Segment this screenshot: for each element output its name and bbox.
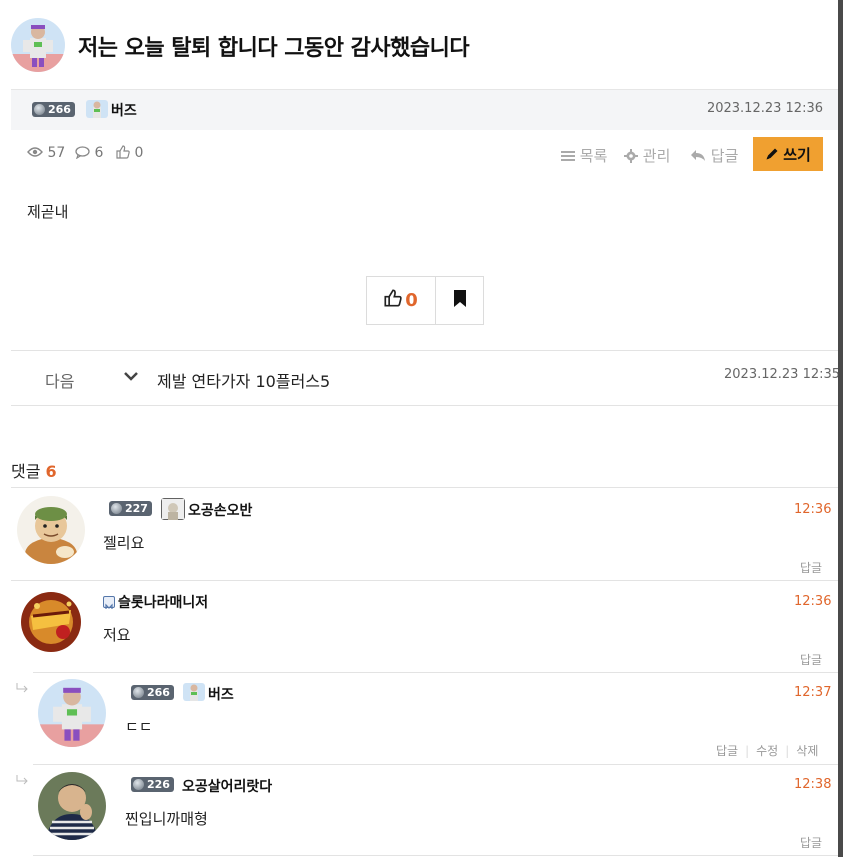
list-button[interactable]: 목록: [561, 145, 607, 166]
comment-reply-button[interactable]: 답글: [800, 559, 822, 576]
thumbs-up-icon: [384, 289, 402, 312]
comment-nickname[interactable]: 오공살어리랏다: [182, 776, 272, 796]
level-gem-icon: [133, 779, 144, 790]
manager-badge-icon: [103, 596, 115, 609]
thumbs-up-icon: [116, 145, 130, 161]
comment-nickname[interactable]: 슬롯나라매니저: [118, 592, 208, 612]
bookmark-icon: [453, 290, 467, 311]
post-date: 2023.12.23 12:36: [706, 101, 823, 116]
level-badge: 227: [109, 501, 152, 516]
write-button[interactable]: 쓰기: [753, 137, 823, 171]
divider: [11, 350, 838, 351]
comment-edit-button[interactable]: 수정: [756, 744, 778, 758]
post-page: 저는 오늘 탈퇴 합니다 그동안 감사했습니다 266 버즈 2023.12.2…: [0, 0, 841, 857]
comment-time: 12:38: [794, 777, 832, 792]
post-title: 저는 오늘 탈퇴 합니다 그동안 감사했습니다: [78, 36, 470, 61]
comment-avatar[interactable]: [38, 772, 106, 840]
level-gem-icon: [111, 503, 122, 514]
comment-text: ㄷㄷ: [125, 718, 153, 736]
next-post-date: 2023.12.23 12:35: [724, 367, 841, 382]
comment-text: 저요: [103, 626, 131, 644]
chevron-down-icon: [123, 368, 139, 388]
divider: [33, 672, 838, 673]
commenter-mini-avatar: [183, 683, 205, 701]
next-post-link[interactable]: 제발 연타가자 10플러스5: [157, 368, 330, 392]
level-badge: 226: [131, 777, 174, 792]
author-avatar[interactable]: [11, 18, 65, 72]
next-post-label: 다음: [45, 372, 75, 391]
divider: [11, 580, 838, 581]
like-button[interactable]: 0: [367, 277, 436, 324]
author-mini-avatar: [86, 100, 108, 118]
comment-text: 젤리요: [103, 534, 145, 552]
level-badge: 266: [131, 685, 174, 700]
reply-indent-icon: [16, 774, 28, 788]
likes-stat: 0: [116, 145, 143, 161]
comment-reply-button[interactable]: 답글: [800, 651, 822, 668]
comment-time: 12:36: [794, 594, 832, 609]
comment-time: 12:37: [794, 685, 832, 700]
scrollbar[interactable]: [838, 0, 843, 857]
gear-icon: [624, 147, 643, 165]
eye-icon: [27, 145, 43, 161]
divider: [33, 855, 838, 856]
post-content: 제곧내: [27, 203, 69, 221]
bookmark-button[interactable]: [436, 277, 483, 324]
pencil-icon: [765, 145, 779, 163]
views-stat: 57: [27, 145, 65, 161]
divider: [11, 487, 838, 488]
comment-nickname[interactable]: 버즈: [208, 684, 234, 704]
divider: [11, 405, 838, 406]
comment-actions: 답글 | 수정 | 삭제: [716, 742, 818, 759]
vote-box: 0: [366, 276, 484, 325]
comment-nickname[interactable]: 오공손오반: [188, 500, 252, 520]
level-badge: 266: [32, 102, 75, 117]
reply-indent-icon: [16, 682, 28, 696]
comments-stat: 6: [75, 145, 103, 161]
divider: [33, 764, 838, 765]
author-nickname[interactable]: 버즈: [111, 100, 137, 120]
menu-icon: [561, 147, 580, 165]
comments-header: 댓글 6: [11, 462, 57, 481]
level-gem-icon: [133, 687, 144, 698]
comment-delete-button[interactable]: 삭제: [796, 744, 818, 758]
separator: |: [745, 744, 750, 758]
comments-count: 6: [45, 462, 57, 481]
author-bar: 266 버즈 2023.12.23 12:36: [11, 89, 838, 130]
separator: |: [785, 744, 790, 758]
manage-button[interactable]: 관리: [624, 145, 670, 166]
reply-arrow-icon: [690, 147, 711, 165]
commenter-mini-avatar: [161, 498, 185, 520]
comment-text: 찐입니까매형: [125, 810, 208, 828]
level-gem-icon: [34, 104, 45, 115]
reply-button[interactable]: 답글: [690, 145, 738, 166]
comment-avatar[interactable]: [17, 588, 85, 656]
comment-avatar[interactable]: [38, 679, 106, 747]
comment-reply-button[interactable]: 답글: [716, 744, 738, 758]
comment-avatar[interactable]: [17, 496, 85, 564]
comment-reply-button[interactable]: 답글: [800, 834, 822, 851]
comment-time: 12:36: [794, 502, 832, 517]
speech-bubble-icon: [75, 145, 90, 161]
